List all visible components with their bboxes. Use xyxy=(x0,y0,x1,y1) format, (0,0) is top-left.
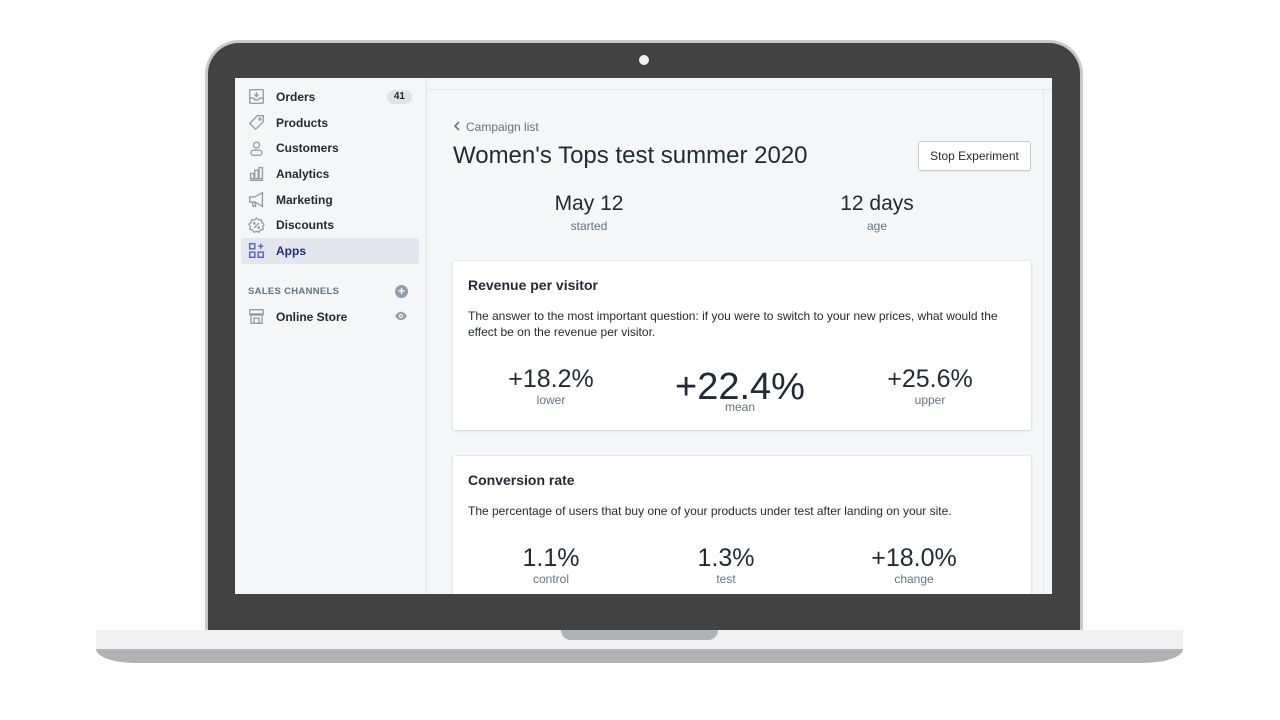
metric-value: +18.0% xyxy=(871,544,957,572)
metric-value: +25.6% xyxy=(887,365,973,393)
page-container: Campaign list Women's Tops test summer 2… xyxy=(427,90,1044,594)
conversion-rate-card: Conversion rate The percentage of users … xyxy=(453,456,1031,594)
sidebar-item-label: Orders xyxy=(276,89,316,104)
sidebar: Orders 41 Products Customers Analytics M… xyxy=(235,78,427,594)
stat-label: started xyxy=(570,219,608,233)
card-description: The percentage of users that buy one of … xyxy=(468,504,952,518)
metric-label: control xyxy=(532,572,570,586)
stat-started: May 12 started xyxy=(509,192,669,233)
stat-value: 12 days xyxy=(840,192,914,215)
person-icon xyxy=(247,139,265,157)
sales-channels-header: SALES CHANNELS + xyxy=(248,284,408,300)
stop-experiment-button[interactable]: Stop Experiment xyxy=(918,141,1031,171)
eye-icon[interactable] xyxy=(394,309,408,328)
metric-label: change xyxy=(894,572,934,586)
sidebar-item-label: Customers xyxy=(276,141,339,156)
metric-upper: +25.6% upper xyxy=(850,365,1010,407)
tag-icon xyxy=(247,114,265,132)
breadcrumb-label: Campaign list xyxy=(466,120,539,134)
chevron-left-icon xyxy=(453,120,461,134)
main-content: Campaign list Women's Tops test summer 2… xyxy=(427,78,1052,594)
sidebar-item-discounts[interactable]: Discounts xyxy=(241,212,419,238)
sales-channels-title: SALES CHANNELS xyxy=(248,286,340,298)
sidebar-item-label: Products xyxy=(276,115,329,130)
plus-circle-icon[interactable]: + xyxy=(395,285,408,299)
card-title: Revenue per visitor xyxy=(468,277,598,293)
sidebar-item-label: Discounts xyxy=(276,218,335,233)
page-title: Women's Tops test summer 2020 xyxy=(453,142,808,169)
metric-change: +18.0% change xyxy=(834,544,994,586)
apps-grid-plus-icon xyxy=(247,242,265,260)
metric-test: 1.3% test xyxy=(646,544,806,586)
metric-label: lower xyxy=(536,393,566,407)
metric-lower: +18.2% lower xyxy=(471,365,631,407)
breadcrumb-campaign-list[interactable]: Campaign list xyxy=(453,120,539,134)
laptop-base-bottom xyxy=(96,649,1183,663)
stat-label: age xyxy=(866,219,888,233)
metric-mean: +22.4% mean xyxy=(660,367,820,414)
sidebar-item-analytics[interactable]: Analytics xyxy=(241,161,419,187)
bar-chart-icon xyxy=(247,165,265,183)
revenue-per-visitor-card: Revenue per visitor The answer to the mo… xyxy=(453,261,1031,430)
sidebar-item-marketing[interactable]: Marketing xyxy=(241,187,419,213)
sidebar-item-online-store[interactable]: Online Store xyxy=(241,304,419,330)
metric-label: test xyxy=(716,572,736,586)
sidebar-item-label: Analytics xyxy=(276,166,330,181)
top-bar xyxy=(427,78,1052,90)
sidebar-item-label: Marketing xyxy=(276,192,333,207)
metric-label: upper xyxy=(914,393,946,407)
metric-control: 1.1% control xyxy=(471,544,631,586)
discount-badge-icon xyxy=(247,216,265,234)
sidebar-item-label: Online Store xyxy=(276,309,348,324)
sidebar-item-customers[interactable]: Customers xyxy=(241,135,419,161)
stat-age: 12 days age xyxy=(797,192,957,233)
card-description: The answer to the most important questio… xyxy=(468,309,998,339)
stat-value: May 12 xyxy=(554,192,624,215)
sidebar-item-apps[interactable]: Apps xyxy=(241,238,419,264)
inbox-arrow-icon xyxy=(247,88,265,106)
camera-dot xyxy=(639,55,649,65)
store-icon xyxy=(247,308,265,326)
metric-value: 1.1% xyxy=(522,544,580,572)
metric-value: 1.3% xyxy=(697,544,755,572)
laptop-notch xyxy=(561,630,718,640)
screen: Orders 41 Products Customers Analytics M… xyxy=(235,78,1052,594)
card-title: Conversion rate xyxy=(468,472,575,488)
sidebar-item-products[interactable]: Products xyxy=(241,110,419,136)
megaphone-icon xyxy=(247,191,265,209)
sidebar-item-orders[interactable]: Orders 41 xyxy=(241,84,419,110)
orders-count-badge: 41 xyxy=(386,90,412,104)
metric-value: +18.2% xyxy=(508,365,594,393)
sidebar-item-label: Apps xyxy=(276,243,306,258)
